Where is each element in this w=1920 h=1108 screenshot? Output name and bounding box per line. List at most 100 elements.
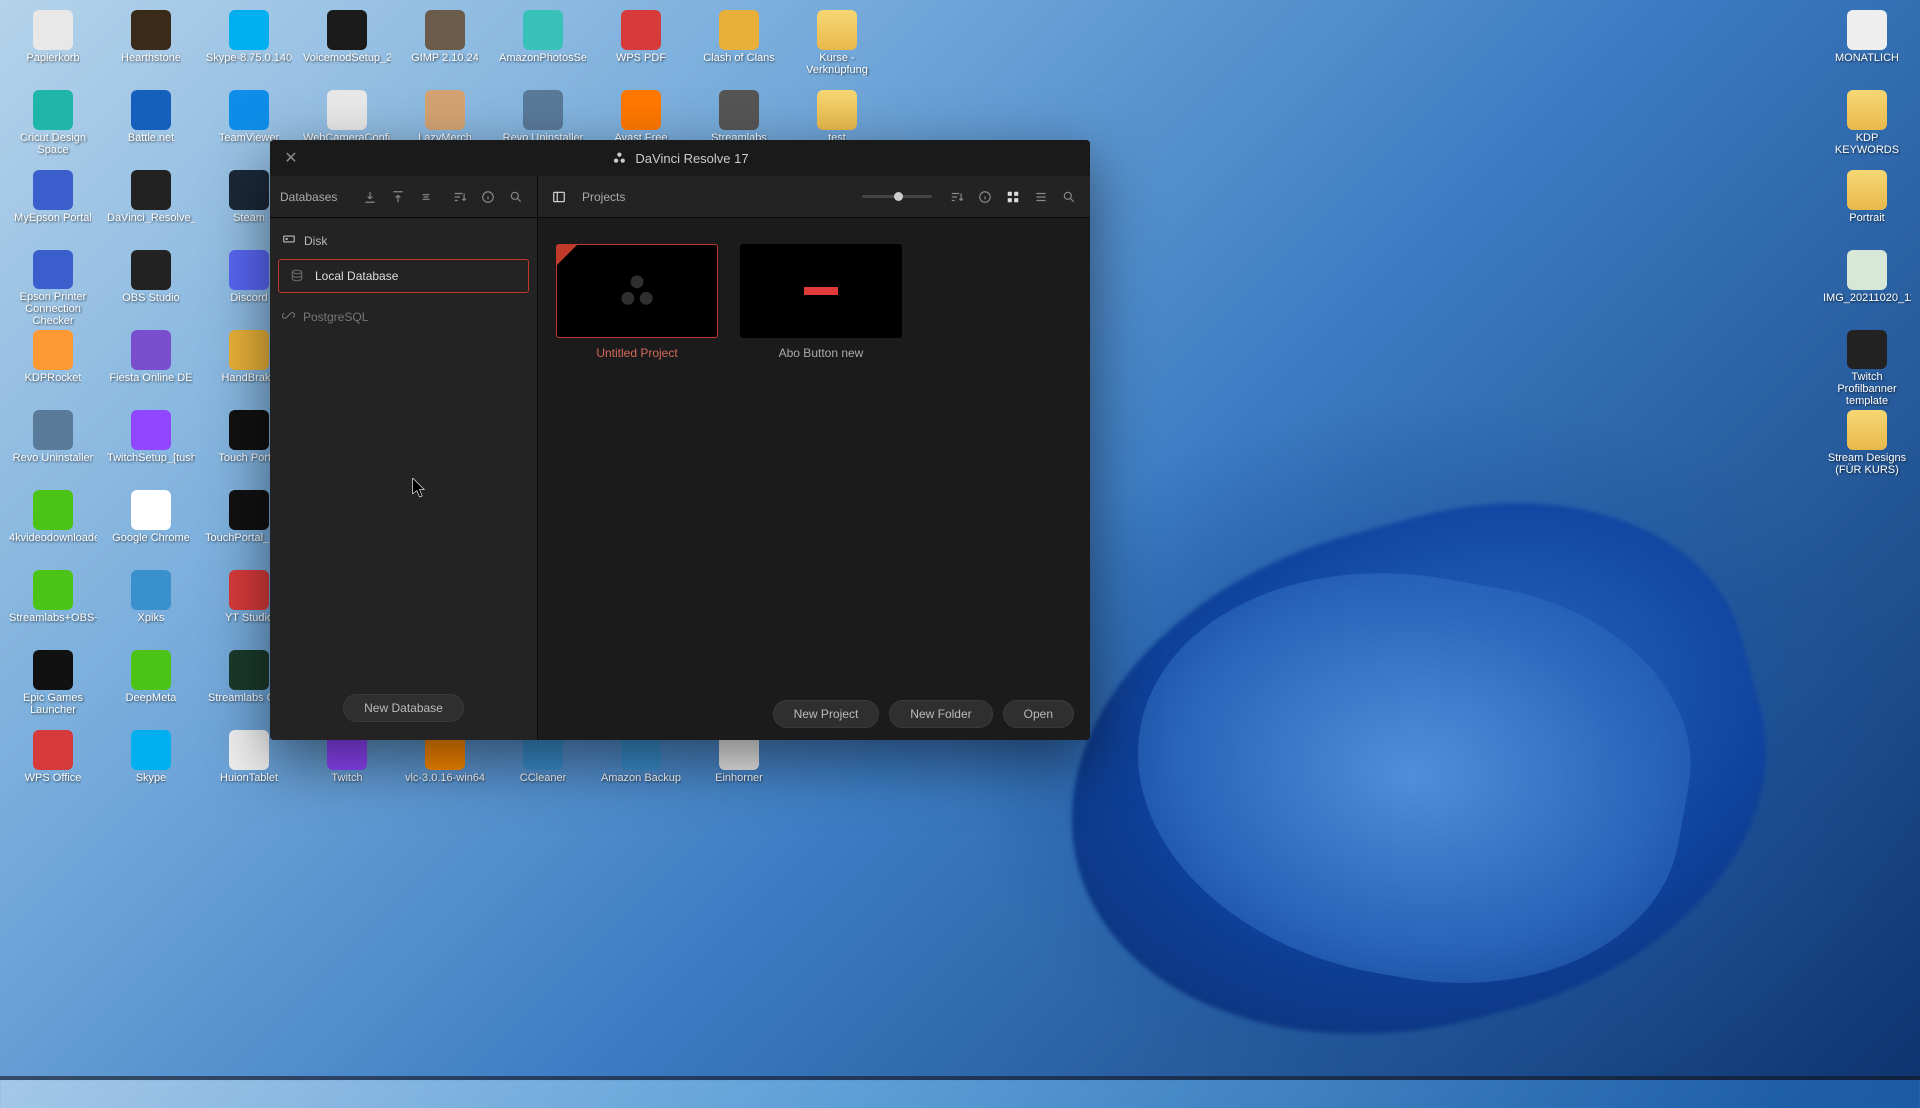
desktop-icon[interactable]: Fiesta Online DE (106, 328, 196, 406)
info-icon[interactable] (477, 186, 499, 208)
desktop-icon[interactable]: GIMP 2.10.24 (400, 8, 490, 86)
open-button[interactable]: Open (1003, 700, 1074, 728)
desktop-icon[interactable]: WPS Office (8, 728, 98, 806)
desktop-icon[interactable]: WPS PDF (596, 8, 686, 86)
desktop-icon[interactable]: OBS Studio (106, 248, 196, 326)
project-card[interactable]: Untitled Project (556, 244, 718, 360)
db-connect-icon[interactable] (415, 186, 437, 208)
desktop-icon[interactable]: Skype (106, 728, 196, 806)
project-card[interactable]: Abo Button new (740, 244, 902, 360)
app-icon (1847, 10, 1887, 50)
davinci-icon (611, 150, 627, 166)
desktop-icon-label: MyEpson Portal (14, 212, 92, 224)
db-import-icon[interactable] (359, 186, 381, 208)
desktop-icon-label: Portrait (1849, 212, 1884, 224)
desktop-icon[interactable]: Twitch Profilbanner template (1822, 328, 1912, 406)
postgresql-section-header[interactable]: PostgreSQL (278, 303, 529, 331)
sort-projects-icon[interactable] (946, 186, 968, 208)
desktop-icon[interactable]: Battle.net (106, 88, 196, 166)
app-icon (131, 730, 171, 770)
search-projects-icon[interactable] (1058, 186, 1080, 208)
desktop-icon[interactable]: Revo Uninstaller (8, 408, 98, 486)
projects-panel-label: Projects (582, 190, 625, 204)
app-icon: 📁 (1847, 410, 1887, 450)
desktop-icon[interactable]: Epic Games Launcher (8, 648, 98, 726)
grid-view-icon[interactable] (1002, 186, 1024, 208)
desktop-icon[interactable]: DaVinci_Resolve_16... (106, 168, 196, 246)
desktop-icon[interactable]: MyEpson Portal (8, 168, 98, 246)
desktop-icon[interactable]: Google Chrome (106, 488, 196, 566)
close-icon: ✕ (284, 148, 297, 168)
desktop-icon[interactable]: Xpiks (106, 568, 196, 646)
desktop-icon-label: KDP KEYWORDS (1823, 132, 1911, 156)
db-export-icon[interactable] (387, 186, 409, 208)
app-icon (131, 410, 171, 450)
list-view-icon[interactable] (1030, 186, 1052, 208)
desktop-icon[interactable]: 📁Kurse - Verknüpfung (792, 8, 882, 86)
desktop-icon[interactable]: Hearthstone (106, 8, 196, 86)
app-icon (33, 330, 73, 370)
desktop-icon[interactable]: DeepMeta (106, 648, 196, 726)
database-item-local[interactable]: Local Database (278, 259, 529, 293)
desktop-icon[interactable]: Clash of Clans (694, 8, 784, 86)
desktop-icon[interactable]: IMG_20211020_114031 (1822, 248, 1912, 326)
desktop-icon-label: Xpiks (138, 612, 165, 624)
close-button[interactable]: ✕ (282, 149, 300, 167)
new-database-button[interactable]: New Database (343, 694, 464, 722)
project-info-icon[interactable] (974, 186, 996, 208)
disk-section-header[interactable]: Disk (278, 226, 529, 255)
desktop-icon-grid-right: MONATLICH📁KDP KEYWORDS📁PortraitIMG_20211… (1822, 8, 1912, 486)
app-icon (425, 90, 465, 130)
app-icon (131, 90, 171, 130)
new-project-button[interactable]: New Project (773, 700, 880, 728)
desktop-icon[interactable]: 📁KDP KEYWORDS (1822, 88, 1912, 166)
projects-grid: Untitled Project Abo Button new (538, 218, 1090, 688)
app-icon (327, 10, 367, 50)
app-icon (229, 570, 269, 610)
sort-icon[interactable] (449, 186, 471, 208)
app-icon (229, 10, 269, 50)
desktop-icon[interactable]: Papierkorb (8, 8, 98, 86)
app-icon (523, 10, 563, 50)
desktop-icon[interactable]: Epson Printer Connection Checker (8, 248, 98, 326)
desktop-row: PapierkorbHearthstone Skype-8.75.0.140 Voi… (8, 8, 882, 86)
desktop-icon[interactable]: 📁Portrait (1822, 168, 1912, 246)
projects-main: Untitled Project Abo Button new New Proj… (538, 218, 1090, 740)
desktop-icon[interactable]: Skype-8.75.0.140 (204, 8, 294, 86)
desktop-icon-label: OBS Studio (122, 292, 179, 304)
body-row: Disk Local Database PostgreSQL New Datab… (270, 218, 1090, 740)
app-icon: 📁 (1847, 90, 1887, 130)
desktop-icon-label: Revo Uninstaller (13, 452, 94, 464)
desktop-icon[interactable]: 📁Stream Designs (FÜR KURS) (1822, 408, 1912, 486)
app-title-text: DaVinci Resolve 17 (635, 151, 748, 166)
app-icon (229, 650, 269, 690)
desktop-icon-label: Skype-8.75.0.140 (206, 52, 292, 64)
desktop-icon[interactable]: Cricut Design Space (8, 88, 98, 166)
taskbar[interactable] (0, 1076, 1920, 1080)
desktop-icon[interactable]: MONATLICH (1822, 8, 1912, 86)
desktop-icon[interactable]: AmazonPhotosSetup (498, 8, 588, 86)
new-folder-button[interactable]: New Folder (889, 700, 992, 728)
desktop-icon[interactable]: VoicemodSetup_2.1... (302, 8, 392, 86)
desktop-icon-label: WPS PDF (616, 52, 666, 64)
project-name: Abo Button new (740, 346, 902, 360)
app-icon (131, 650, 171, 690)
sidebar-toggle-icon[interactable] (548, 186, 570, 208)
thumbnail-size-slider[interactable] (862, 195, 932, 198)
app-icon (33, 10, 73, 50)
window-title: DaVinci Resolve 17 (611, 150, 748, 166)
desktop-icon[interactable]: KDPRocket (8, 328, 98, 406)
desktop-icon-label: 4kvideodownloader... (9, 532, 97, 544)
desktop-icon-label: HandBrake (221, 372, 276, 384)
app-icon (719, 90, 759, 130)
app-icon (719, 10, 759, 50)
app-icon (131, 570, 171, 610)
search-icon[interactable] (505, 186, 527, 208)
desktop-icon[interactable]: Streamlabs+OBS+S... (8, 568, 98, 646)
app-icon (33, 410, 73, 450)
desktop-icon[interactable]: 4kvideodownloader... (8, 488, 98, 566)
app-icon (523, 90, 563, 130)
desktop-icon[interactable]: TwitchSetup_[tusher... (106, 408, 196, 486)
project-name: Untitled Project (556, 346, 718, 360)
app-icon: 📁 (817, 90, 857, 130)
